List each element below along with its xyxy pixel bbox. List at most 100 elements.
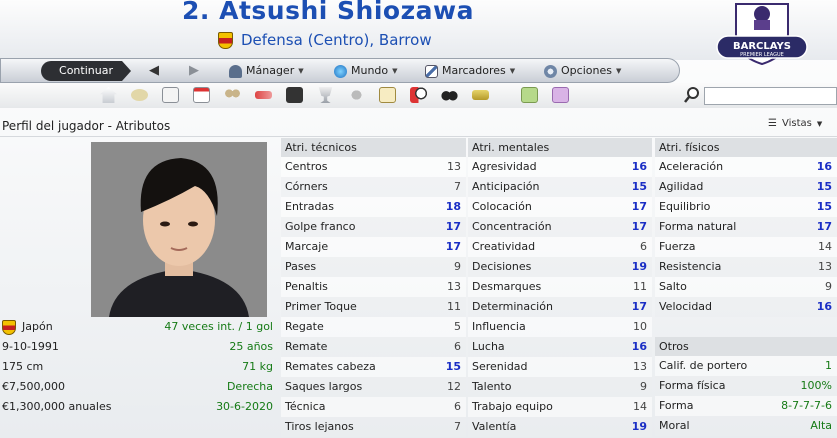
player-info-value: Derecha	[226, 380, 273, 393]
attribute-row[interactable]: Concentración 17	[468, 217, 652, 237]
attribute-row[interactable]: Forma física 100%	[655, 376, 837, 396]
attribute-row[interactable]: Golpe franco 17	[281, 217, 466, 237]
attribute-row[interactable]: Penaltis 13	[281, 277, 466, 297]
back-arrow-icon[interactable]: ◀	[149, 61, 159, 81]
attribute-row[interactable]: Forma 8-7-7-7-6	[655, 396, 837, 416]
attribute-row[interactable]: Tiros lejanos 7	[281, 417, 466, 437]
attribute-name: Calif. de portero	[659, 359, 748, 372]
attribute-row[interactable]: Forma natural 17	[655, 217, 837, 237]
attribute-name: Golpe franco	[285, 220, 356, 233]
scouting-icon[interactable]	[441, 87, 458, 103]
home-icon[interactable]	[100, 87, 117, 103]
attribute-row[interactable]: Regate 5	[281, 317, 466, 337]
attribute-row[interactable]: Trabajo equipo 14	[468, 397, 652, 417]
menu-manager[interactable]: Mánager ▼	[229, 61, 304, 81]
continue-button[interactable]: Continuar	[41, 61, 131, 81]
attribute-row[interactable]: Moral Alta	[655, 416, 837, 436]
attribute-row[interactable]: Técnica 6	[281, 397, 466, 417]
search-input[interactable]	[704, 87, 837, 105]
finances-icon[interactable]	[472, 90, 489, 100]
player-info-label-wrap: 9-10-1991	[2, 337, 59, 357]
player-info-label-wrap[interactable]: Japón	[2, 317, 53, 337]
calendar-icon[interactable]	[193, 87, 210, 103]
attribute-row[interactable]: Córners 7	[281, 177, 466, 197]
faq-icon[interactable]	[552, 87, 569, 103]
player-info-label: 175 cm	[2, 360, 44, 373]
attribute-name: Pases	[285, 260, 317, 273]
club-crest-icon	[218, 31, 233, 49]
news-icon[interactable]	[162, 87, 179, 103]
attribute-name: Técnica	[285, 400, 326, 413]
technical-attributes-header: Atri. técnicos	[281, 138, 466, 157]
attribute-name: Creatividad	[472, 240, 536, 253]
attribute-name: Salto	[659, 280, 687, 293]
attribute-row[interactable]: Desmarques 11	[468, 277, 652, 297]
attribute-row[interactable]: Agresividad 16	[468, 157, 652, 177]
attribute-row[interactable]: Creatividad 6	[468, 237, 652, 257]
attribute-row[interactable]: Serenidad 13	[468, 357, 652, 377]
attribute-row[interactable]: Agilidad 15	[655, 177, 837, 197]
menu-marcadores[interactable]: Marcadores ▼	[425, 61, 515, 81]
league-logo-text: BARCLAYS	[733, 41, 791, 52]
clipboard-icon[interactable]	[379, 87, 396, 103]
attribute-row[interactable]: Saques largos 12	[281, 377, 466, 397]
attribute-row[interactable]: Valentía 19	[468, 417, 652, 437]
attribute-value: 13	[818, 260, 832, 273]
menu-mundo[interactable]: Mundo ▼	[334, 61, 398, 81]
attribute-row[interactable]: Primer Toque 11	[281, 297, 466, 317]
training-icon[interactable]	[410, 87, 427, 103]
attribute-row[interactable]: Centros 13	[281, 157, 466, 177]
position-club-text[interactable]: Defensa (Centro), Barrow	[241, 31, 432, 49]
attribute-row[interactable]: Decisiones 19	[468, 257, 652, 277]
attribute-name: Agilidad	[659, 180, 704, 193]
attribute-row[interactable]: Influencia 10	[468, 317, 652, 337]
attribute-row[interactable]: Equilibrio 15	[655, 197, 837, 217]
attribute-row[interactable]: Remates cabeza 15	[281, 357, 466, 377]
menu-opciones[interactable]: Opciones ▼	[544, 61, 621, 81]
attribute-row[interactable]: Velocidad 16	[655, 297, 837, 317]
header: 2. Atsushi Shiozawa Defensa (Centro), Ba…	[0, 0, 837, 66]
player-subtitle[interactable]: Defensa (Centro), Barrow	[218, 31, 432, 49]
player-info-value: 30-6-2020	[216, 400, 273, 413]
attribute-value: 9	[825, 280, 832, 293]
scores-icon	[425, 64, 438, 78]
attribute-row[interactable]: Aceleración 16	[655, 157, 837, 177]
attribute-name: Fuerza	[659, 240, 696, 253]
attribute-row[interactable]: Calif. de portero 1	[655, 356, 837, 376]
attribute-row[interactable]: Lucha 16	[468, 337, 652, 357]
squad-icon[interactable]	[224, 87, 241, 103]
attribute-row[interactable]: Remate 6	[281, 337, 466, 357]
views-button[interactable]: ☰ Vistas ▼	[768, 118, 822, 129]
views-icon: ☰	[768, 118, 777, 129]
attribute-row[interactable]: Colocación 17	[468, 197, 652, 217]
attribute-value: Alta	[810, 419, 832, 432]
trophy-icon[interactable]	[318, 87, 333, 103]
attribute-row[interactable]: Pases 9	[281, 257, 466, 277]
attribute-row[interactable]: Entradas 18	[281, 197, 466, 217]
inbox-icon[interactable]	[131, 89, 148, 101]
attribute-row[interactable]: Anticipación 15	[468, 177, 652, 197]
player-info-label: Japón	[22, 320, 53, 333]
attribute-row[interactable]: Resistencia 13	[655, 257, 837, 277]
player-photo	[91, 142, 267, 317]
tactics-icon[interactable]	[286, 87, 303, 103]
nation-flag-icon	[2, 319, 16, 335]
search-icon[interactable]	[683, 86, 701, 104]
attribute-name: Trabajo equipo	[472, 400, 553, 413]
help-icon[interactable]	[521, 87, 538, 103]
attribute-name: Tiros lejanos	[285, 420, 354, 433]
staff-icon[interactable]	[348, 87, 365, 103]
transfers-icon[interactable]	[255, 91, 272, 99]
attribute-row[interactable]: Marcaje 17	[281, 237, 466, 257]
player-info-row: €7,500,000 Derecha	[0, 377, 276, 397]
attribute-row[interactable]: Talento 9	[468, 377, 652, 397]
menu-marcadores-label: Marcadores	[442, 64, 506, 77]
attribute-value: 14	[633, 400, 647, 413]
attribute-row[interactable]: Salto 9	[655, 277, 837, 297]
attribute-row[interactable]: Fuerza 14	[655, 237, 837, 257]
premier-league-logo: BARCLAYS PREMIER LEAGUE	[716, 3, 808, 66]
attribute-row[interactable]: Determinación 17	[468, 297, 652, 317]
forward-arrow-icon[interactable]: ▶	[189, 61, 199, 81]
attribute-value: 15	[816, 180, 832, 193]
player-info-row: 175 cm 71 kg	[0, 357, 276, 377]
